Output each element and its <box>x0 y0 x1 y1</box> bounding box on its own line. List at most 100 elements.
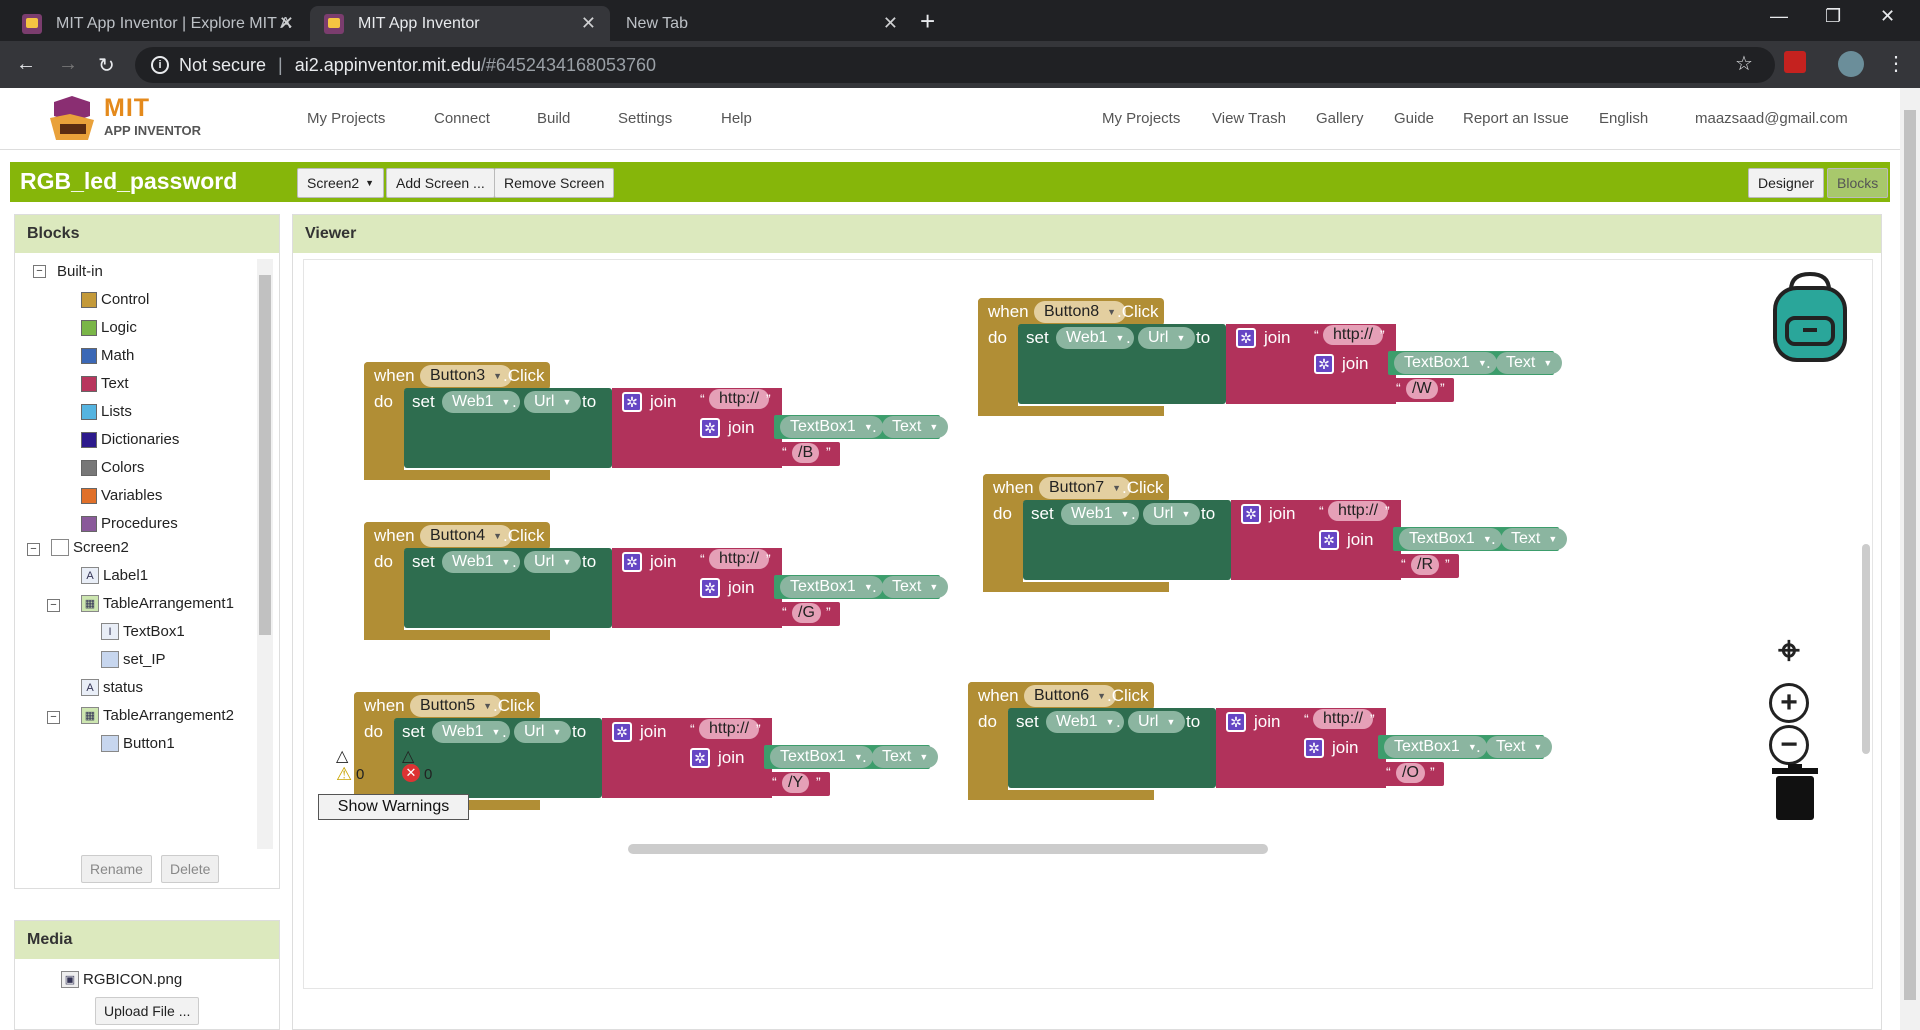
link-my-projects[interactable]: My Projects <box>1102 110 1180 127</box>
link-guide[interactable]: Guide <box>1394 110 1434 127</box>
event-block-button3[interactable]: when Button3 ▼ .Click do set Web1 ▼. Url ▼ to ✲ join… <box>364 362 949 487</box>
address-bar[interactable]: i Not secure | ai2.appinventor.mit.edu/#… <box>135 47 1775 83</box>
bookmark-star-icon[interactable]: ☆ <box>1735 51 1753 76</box>
component-dropdown[interactable]: Button5 ▼ <box>410 695 503 717</box>
http-text-field[interactable]: http:// <box>1323 325 1384 345</box>
link-view-trash[interactable]: View Trash <box>1212 110 1286 127</box>
property-dropdown[interactable]: Url ▼ <box>524 551 582 573</box>
delete-button[interactable]: Delete <box>161 855 220 883</box>
textbox-dropdown[interactable]: TextBox1 ▼ <box>770 746 873 768</box>
category-text[interactable]: Text <box>81 375 129 392</box>
text-property-dropdown[interactable]: Text ▼ <box>1501 528 1568 550</box>
suffix-text-field[interactable]: /Y <box>782 773 810 793</box>
close-tab-icon[interactable]: ✕ <box>581 13 596 34</box>
category-math[interactable]: Math <box>81 347 134 364</box>
text-property-dropdown[interactable]: Text ▼ <box>882 416 949 438</box>
tab-explore[interactable]: MIT App Inventor | Explore MIT A ✕ <box>8 6 308 41</box>
close-window-icon[interactable]: ✕ <box>1880 6 1895 27</box>
app-inventor-logo[interactable]: MIT APP INVENTOR <box>42 92 212 148</box>
warning-up-arrow-icon[interactable]: △ <box>336 746 348 766</box>
error-up-arrow-icon[interactable]: △ <box>402 746 414 766</box>
close-tab-icon[interactable]: ✕ <box>883 13 898 34</box>
blocks-workspace[interactable]: when Button3 ▼ .Click do set Web1 ▼. Url ▼ to ✲ join… <box>303 259 1873 989</box>
textbox-dropdown[interactable]: TextBox1 ▼ <box>1394 352 1497 374</box>
page-scrollbar[interactable] <box>1900 88 1920 1030</box>
pdf-extension-icon[interactable] <box>1784 51 1806 73</box>
component-dropdown[interactable]: Button8 ▼ <box>1034 301 1127 323</box>
forward-icon[interactable]: → <box>58 53 78 76</box>
designer-button[interactable]: Designer <box>1748 168 1825 198</box>
tree-status[interactable]: Astatus <box>81 679 143 696</box>
collapse-toggle-icon[interactable]: − <box>47 711 60 724</box>
category-dictionaries[interactable]: Dictionaries <box>81 431 179 448</box>
tree-builtin[interactable]: Built-in <box>57 263 103 280</box>
mutator-gear-icon[interactable]: ✲ <box>622 552 642 572</box>
mutator-gear-icon[interactable]: ✲ <box>1236 328 1256 348</box>
screen-select[interactable]: Screen2 ▼ <box>297 168 385 198</box>
collapse-toggle-icon[interactable]: − <box>27 543 40 556</box>
property-dropdown[interactable]: Url ▼ <box>1138 327 1196 349</box>
menu-build[interactable]: Build ▼ <box>537 110 585 127</box>
text-property-dropdown[interactable]: Text ▼ <box>1496 352 1563 374</box>
category-lists[interactable]: Lists <box>81 403 132 420</box>
tree-button1[interactable]: Button1 <box>101 735 175 752</box>
category-variables[interactable]: Variables <box>81 487 162 504</box>
web-component-dropdown[interactable]: Web1 ▼ <box>442 551 521 573</box>
upload-file-button[interactable]: Upload File ... <box>95 997 200 1025</box>
rename-button[interactable]: Rename <box>81 855 152 883</box>
tree-textbox1[interactable]: I TextBox1 <box>101 623 185 640</box>
tree-screen2[interactable]: Screen2 <box>51 539 129 556</box>
link-gallery[interactable]: Gallery <box>1316 110 1364 127</box>
add-screen-button[interactable]: Add Screen ... <box>386 168 495 198</box>
tree-tablearrangement2[interactable]: ▦ TableArrangement2 <box>81 707 234 724</box>
suffix-text-field[interactable]: /O <box>1396 763 1425 783</box>
event-block-button4[interactable]: when Button4 ▼ .Click do set Web1 ▼. Url ▼ to ✲ join… <box>364 522 949 647</box>
http-text-field[interactable]: http:// <box>709 389 770 409</box>
language-menu[interactable]: English ▼ <box>1599 110 1663 127</box>
restore-icon[interactable]: ❐ <box>1825 6 1841 27</box>
category-procedures[interactable]: Procedures <box>81 515 178 532</box>
new-tab-icon[interactable]: + <box>920 6 935 37</box>
mutator-gear-icon[interactable]: ✲ <box>700 578 720 598</box>
minimize-icon[interactable]: — <box>1770 6 1788 27</box>
text-property-dropdown[interactable]: Text ▼ <box>1486 736 1553 758</box>
text-property-dropdown[interactable]: Text ▼ <box>872 746 939 768</box>
property-dropdown[interactable]: Url ▼ <box>1128 711 1186 733</box>
mutator-gear-icon[interactable]: ✲ <box>622 392 642 412</box>
tree-tablearrangement1[interactable]: ▦ TableArrangement1 <box>81 595 234 612</box>
menu-connect[interactable]: Connect ▼ <box>434 110 505 127</box>
http-text-field[interactable]: http:// <box>1328 501 1389 521</box>
menu-my-projects[interactable]: My Projects ▼ <box>307 110 400 127</box>
textbox-dropdown[interactable]: TextBox1 ▼ <box>780 576 883 598</box>
media-file[interactable]: ▣ RGBICON.png <box>61 971 182 988</box>
property-dropdown[interactable]: Url ▼ <box>514 721 572 743</box>
backpack-icon[interactable] <box>1769 272 1851 362</box>
link-report-issue[interactable]: Report an Issue <box>1463 110 1569 127</box>
category-logic[interactable]: Logic <box>81 319 137 336</box>
web-component-dropdown[interactable]: Web1 ▼ <box>1061 503 1140 525</box>
back-icon[interactable]: ← <box>16 53 36 76</box>
event-block-button8[interactable]: when Button8 ▼ .Click do set Web1 ▼. Url ▼ to ✲ join… <box>978 298 1563 423</box>
user-menu[interactable]: maazsaad@gmail.com ▼ <box>1695 110 1863 127</box>
browser-menu-icon[interactable]: ⋮ <box>1886 51 1906 76</box>
web-component-dropdown[interactable]: Web1 ▼ <box>1056 327 1135 349</box>
menu-settings[interactable]: Settings ▼ <box>618 110 687 127</box>
reload-icon[interactable]: ↻ <box>98 53 115 78</box>
close-tab-icon[interactable]: ✕ <box>279 13 294 34</box>
tab-app-inventor[interactable]: MIT App Inventor ✕ <box>310 6 610 41</box>
property-dropdown[interactable]: Url ▼ <box>1143 503 1201 525</box>
component-dropdown[interactable]: Button6 ▼ <box>1024 685 1117 707</box>
web-component-dropdown[interactable]: Web1 ▼ <box>432 721 511 743</box>
suffix-text-field[interactable]: /G <box>792 603 821 623</box>
show-warnings-button[interactable]: Show Warnings <box>318 794 469 820</box>
textbox-dropdown[interactable]: TextBox1 ▼ <box>1399 528 1502 550</box>
http-text-field[interactable]: http:// <box>1313 709 1374 729</box>
collapse-toggle-icon[interactable]: − <box>47 599 60 612</box>
component-dropdown[interactable]: Button7 ▼ <box>1039 477 1132 499</box>
category-control[interactable]: Control <box>81 291 149 308</box>
suffix-text-field[interactable]: /B <box>792 443 820 463</box>
mutator-gear-icon[interactable]: ✲ <box>1241 504 1261 524</box>
event-block-button6[interactable]: when Button6 ▼ .Click do set Web1 ▼. Url ▼ to ✲ join… <box>968 682 1553 807</box>
mutator-gear-icon[interactable]: ✲ <box>1319 530 1339 550</box>
blocks-button[interactable]: Blocks <box>1827 168 1889 198</box>
